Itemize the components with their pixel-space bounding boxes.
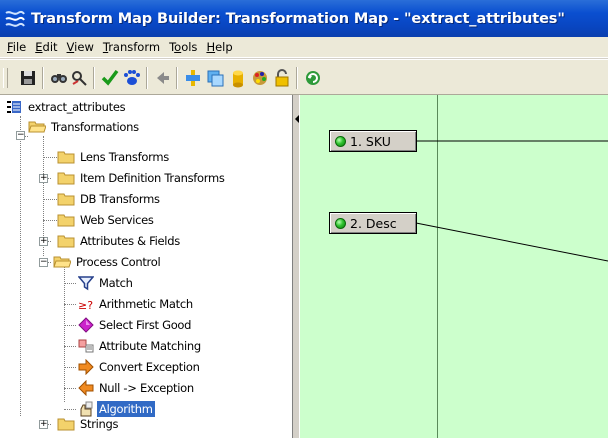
transform-map-canvas[interactable]: 1. SKU 2. Desc [300,95,608,438]
field-node-desc[interactable]: 2. Desc [329,212,417,234]
right-arrow-icon [78,359,94,375]
tree-item-partially-visible[interactable] [57,434,78,438]
expand-toggle-attributes-fields[interactable]: + [39,237,48,246]
tree-item-item-definition-transforms[interactable]: Item Definition Transforms [57,168,227,188]
transform-tree-panel[interactable]: extract_attributes − Transformations Len… [0,95,292,438]
left-arrow-icon [78,380,94,396]
open-folder-icon [28,121,46,133]
tree-item-lens-transforms[interactable]: Lens Transforms [57,147,171,167]
status-led-icon [335,217,346,229]
find-icon[interactable] [49,68,69,88]
tree-root-extract-attributes[interactable]: extract_attributes [5,97,127,117]
menu-tools[interactable]: Tools [166,40,203,54]
back-arrow-icon[interactable] [153,68,173,88]
funnel-filter-icon [78,276,94,291]
desc-link-line[interactable] [415,222,608,262]
lock-icon[interactable] [272,68,292,88]
menu-help[interactable]: Help [203,40,238,54]
tree-item-select-first-good[interactable]: Select First Good [78,315,193,335]
transform-map-app-icon [5,10,25,27]
svg-text:≥?: ≥? [78,299,93,312]
tree-item-strings[interactable]: Strings [57,414,120,434]
tree-item-attributes-fields[interactable]: Attributes & Fields [57,231,182,251]
paw-run-icon[interactable] [122,68,142,88]
toolbar-grip[interactable] [3,68,8,88]
refresh-icon[interactable] [303,68,323,88]
panel-splitter[interactable] [292,95,300,438]
tree-item-null-exception[interactable]: Null -> Exception [78,378,196,398]
comparison-operator-icon: ≥? [78,299,93,312]
tree-item-match[interactable]: Match [78,273,135,293]
tree-item-convert-exception[interactable]: Convert Exception [78,357,202,377]
window-title: Transform Map Builder: Transformation Ma… [31,10,565,27]
copy-icon[interactable] [205,68,225,88]
folder-icon [57,235,75,248]
collapse-toggle-transformations[interactable]: − [16,131,25,140]
folder-icon [57,151,75,164]
attribute-match-icon [78,339,94,353]
field-node-label: 2. Desc [350,215,397,231]
database-icon[interactable] [228,68,248,88]
tree-item-web-services[interactable]: Web Services [57,210,156,230]
menu-transform[interactable]: Transform [100,40,166,54]
tree-item-db-transforms[interactable]: DB Transforms [57,189,162,209]
menu-bar: File Edit View Transform Tools Help [0,37,608,58]
expand-toggle-strings[interactable]: + [39,420,48,429]
field-node-sku[interactable]: 1. SKU [329,130,417,152]
transform-map-icon [7,101,21,113]
transform-icon[interactable] [183,68,203,88]
title-bar: Transform Map Builder: Transformation Ma… [0,0,608,37]
tree-item-arithmetic-match[interactable]: ≥? Arithmetic Match [78,294,195,314]
folder-icon [57,418,75,431]
expand-toggle-item-definition[interactable]: + [39,174,48,183]
menu-edit[interactable]: Edit [32,40,63,54]
diamond-icon [78,317,94,333]
collapse-arrow-icon[interactable] [295,115,299,123]
tree-item-transformations[interactable]: Transformations [28,117,141,137]
menu-view[interactable]: View [64,40,100,54]
collapse-toggle-process-control[interactable]: − [39,258,48,267]
folder-icon [57,193,75,206]
folder-icon [57,172,75,185]
field-node-label: 1. SKU [350,133,391,149]
toolbar [0,59,608,95]
find-replace-icon[interactable] [70,68,90,88]
validate-check-icon[interactable] [100,68,120,88]
open-folder-icon [53,256,71,268]
folder-icon [57,214,75,227]
tree-item-process-control[interactable]: Process Control [53,252,162,272]
status-led-icon [335,135,346,147]
menu-file[interactable]: File [4,40,32,54]
palette-icon[interactable] [250,68,270,88]
tree-item-attribute-matching[interactable]: Attribute Matching [78,336,203,356]
tree-label-root: extract_attributes [28,100,126,114]
save-icon[interactable] [18,68,38,88]
